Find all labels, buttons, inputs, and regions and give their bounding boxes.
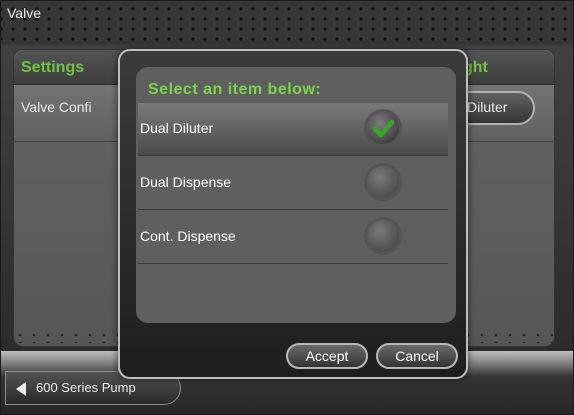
accept-button[interactable]: Accept <box>286 343 368 369</box>
option-divider <box>138 155 448 156</box>
option-dual-dispense[interactable]: Dual Dispense <box>138 157 448 209</box>
dialog-title: Select an item below: <box>148 81 322 98</box>
option-label: Dual Diluter <box>140 120 214 136</box>
option-cont-dispense[interactable]: Cont. Dispense <box>138 211 448 263</box>
radio-circle-icon[interactable] <box>364 217 402 255</box>
radio-circle-icon[interactable] <box>364 163 402 201</box>
option-divider <box>138 209 448 210</box>
option-dual-diluter[interactable]: Dual Diluter <box>138 103 448 155</box>
cancel-button[interactable]: Cancel <box>376 343 458 369</box>
app-window: Valve Settings ght Valve Confi Diluter 6… <box>0 0 574 415</box>
option-label: Dual Dispense <box>140 174 232 190</box>
select-dialog: Select an item below: Dual Diluter Dual … <box>118 49 468 379</box>
checkmark-icon <box>372 119 395 138</box>
option-label: Cont. Dispense <box>140 228 236 244</box>
radio-checked-icon[interactable] <box>364 109 402 147</box>
option-divider <box>138 263 448 264</box>
